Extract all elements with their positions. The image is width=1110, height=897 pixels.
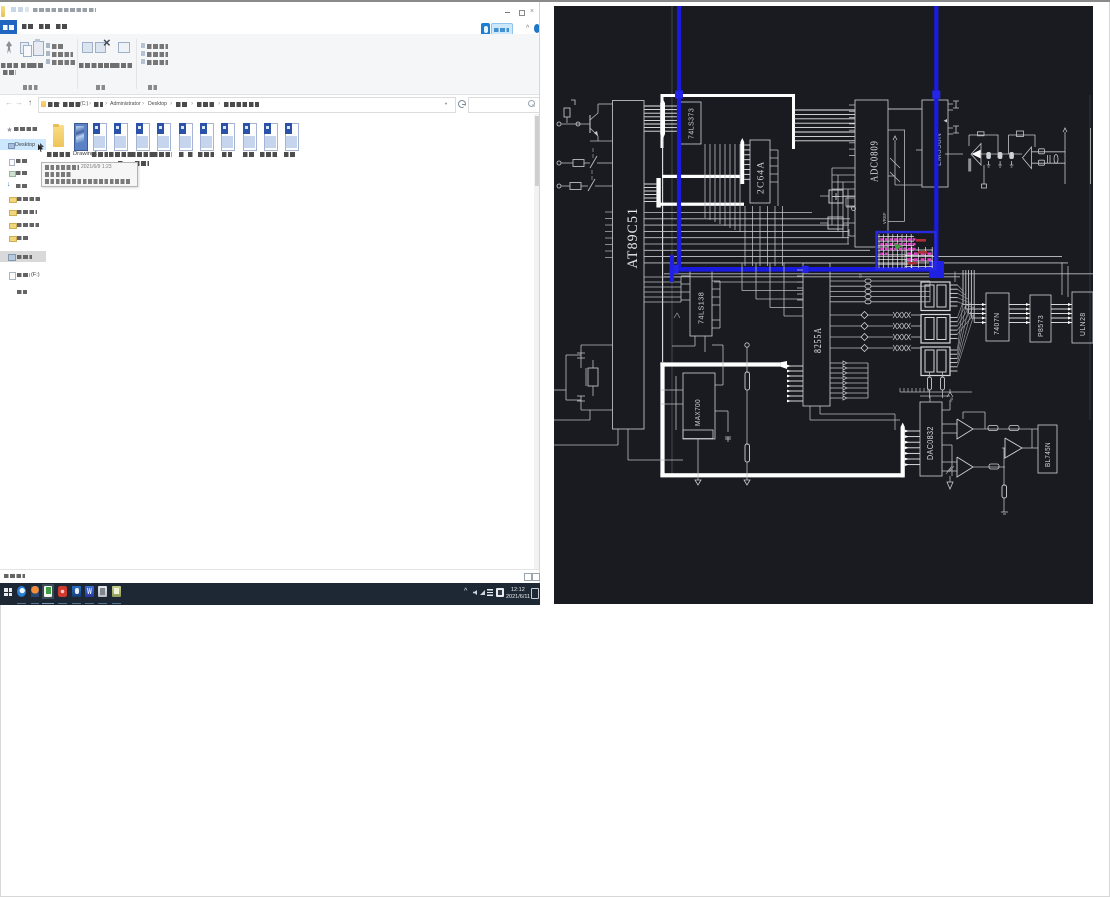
svg-text:74LS138: 74LS138 <box>696 292 705 324</box>
svg-text:VREF: VREF <box>882 212 887 224</box>
svg-text:ADC0809: ADC0809 <box>869 140 881 182</box>
svg-text:DAC0832: DAC0832 <box>926 426 935 460</box>
svg-text:8255A: 8255A <box>812 327 823 353</box>
svg-text:SW: SW <box>858 273 863 278</box>
svg-text:AT89C51: AT89C51 <box>625 207 641 269</box>
svg-text:2C64A: 2C64A <box>757 161 767 194</box>
svg-text:74LS373: 74LS373 <box>686 108 695 139</box>
svg-text:ULN28: ULN28 <box>1080 312 1087 336</box>
svg-text:7407N: 7407N <box>994 312 1001 335</box>
svg-text:MAX700: MAX700 <box>695 399 702 426</box>
svg-text:+5v: +5v <box>949 397 954 402</box>
svg-text:BL745N: BL745N <box>1045 442 1052 467</box>
svg-text:P8573: P8573 <box>1038 315 1045 337</box>
